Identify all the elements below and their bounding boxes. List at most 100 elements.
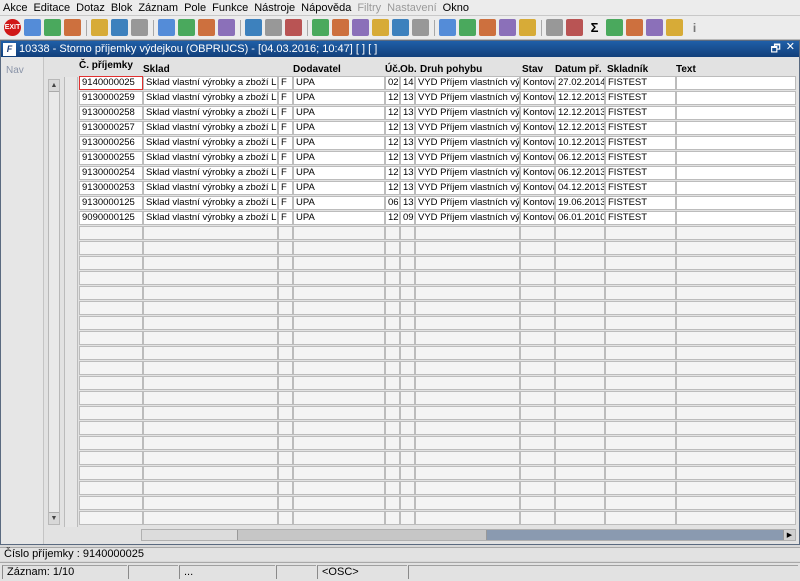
cell-col-1[interactable]	[79, 286, 143, 300]
menu-3[interactable]: Dotaz	[76, 2, 105, 14]
cell-col-4[interactable]: UPA	[293, 121, 385, 135]
cell-col-10[interactable]	[605, 301, 676, 315]
cell-col-3[interactable]	[278, 361, 293, 375]
column-header-5[interactable]: Úč.	[385, 64, 401, 75]
cell-col-11[interactable]	[676, 196, 796, 210]
query-execute-icon[interactable]	[111, 19, 128, 36]
cut-icon[interactable]	[312, 19, 329, 36]
cell-col-6[interactable]	[400, 316, 415, 330]
cell-col-2[interactable]: Sklad vlastní výrobky a zboží Liber	[143, 181, 278, 195]
cell-col-6[interactable]	[400, 346, 415, 360]
vertical-scrollbar[interactable]: ▲ ▼	[48, 79, 60, 525]
cell-col-5[interactable]: 12	[385, 136, 400, 150]
cell-col-6[interactable]: 09	[400, 211, 415, 225]
cell-col-5[interactable]	[385, 496, 400, 510]
cell-col-2[interactable]: Sklad vlastní výrobky a zboží Liber	[143, 76, 278, 90]
cell-col-7[interactable]: VYD Příjem vlastních výrob	[415, 121, 520, 135]
cell-col-11[interactable]	[676, 316, 796, 330]
cell-col-4[interactable]: UPA	[293, 76, 385, 90]
cell-col-8[interactable]: Kontová	[520, 196, 555, 210]
cell-col-1[interactable]	[79, 331, 143, 345]
cell-col-7[interactable]	[415, 511, 520, 525]
cell-col-10[interactable]	[605, 271, 676, 285]
excel-icon[interactable]	[606, 19, 623, 36]
cell-col-4[interactable]: UPA	[293, 106, 385, 120]
cell-col-10[interactable]: FISTEST	[605, 76, 676, 90]
cell-col-1[interactable]	[79, 481, 143, 495]
cell-col-2[interactable]	[143, 511, 278, 525]
cell-col-7[interactable]	[415, 286, 520, 300]
cell-col-1[interactable]	[79, 361, 143, 375]
cell-col-9[interactable]: 12.12.2013	[555, 121, 605, 135]
cell-col-6[interactable]	[400, 496, 415, 510]
cell-col-3[interactable]: F	[278, 121, 293, 135]
cell-col-3[interactable]: F	[278, 136, 293, 150]
cell-col-9[interactable]	[555, 346, 605, 360]
cell-col-3[interactable]	[278, 331, 293, 345]
cell-col-11[interactable]	[676, 211, 796, 225]
cell-col-2[interactable]	[143, 466, 278, 480]
cell-col-6[interactable]	[400, 286, 415, 300]
menu-2[interactable]: Editace	[33, 2, 70, 14]
query-cancel-icon[interactable]	[131, 19, 148, 36]
cell-col-3[interactable]	[278, 406, 293, 420]
cell-col-9[interactable]: 04.12.2013	[555, 181, 605, 195]
cell-col-8[interactable]	[520, 271, 555, 285]
cell-col-7[interactable]	[415, 226, 520, 240]
cell-col-3[interactable]	[278, 256, 293, 270]
cell-col-7[interactable]	[415, 406, 520, 420]
cell-col-8[interactable]: Kontová	[520, 211, 555, 225]
cell-col-11[interactable]	[676, 451, 796, 465]
cell-col-11[interactable]	[676, 106, 796, 120]
cell-col-4[interactable]	[293, 316, 385, 330]
cell-col-5[interactable]	[385, 361, 400, 375]
cell-col-1[interactable]	[79, 271, 143, 285]
cell-col-4[interactable]: UPA	[293, 196, 385, 210]
cell-col-8[interactable]	[520, 301, 555, 315]
cell-col-4[interactable]	[293, 346, 385, 360]
query-enter-icon[interactable]	[91, 19, 108, 36]
cell-col-7[interactable]: VYD Příjem vlastních výrob	[415, 91, 520, 105]
copy-icon[interactable]	[332, 19, 349, 36]
cell-col-3[interactable]	[278, 241, 293, 255]
insert-icon[interactable]	[44, 19, 61, 36]
cell-col-11[interactable]	[676, 376, 796, 390]
cell-col-5[interactable]	[385, 511, 400, 525]
cell-col-3[interactable]: F	[278, 91, 293, 105]
cell-col-7[interactable]	[415, 241, 520, 255]
cell-col-10[interactable]	[605, 331, 676, 345]
column-header-10[interactable]: Skladník	[607, 64, 648, 75]
cell-col-4[interactable]	[293, 481, 385, 495]
cell-col-6[interactable]: 13	[400, 181, 415, 195]
cell-col-10[interactable]	[605, 346, 676, 360]
cell-col-8[interactable]	[520, 421, 555, 435]
cell-col-8[interactable]	[520, 451, 555, 465]
cell-col-2[interactable]	[143, 241, 278, 255]
cell-col-4[interactable]	[293, 286, 385, 300]
cell-col-11[interactable]	[676, 181, 796, 195]
cell-col-11[interactable]	[676, 166, 796, 180]
cell-col-9[interactable]: 06.01.2010	[555, 211, 605, 225]
cell-col-9[interactable]: 06.12.2013	[555, 151, 605, 165]
cell-col-6[interactable]	[400, 331, 415, 345]
cell-col-1[interactable]: 9130000257	[79, 121, 143, 135]
nav-label[interactable]: Nav	[6, 65, 24, 76]
cell-col-9[interactable]	[555, 331, 605, 345]
cell-col-5[interactable]	[385, 346, 400, 360]
cell-col-5[interactable]: 12	[385, 181, 400, 195]
cell-col-10[interactable]	[605, 406, 676, 420]
cell-col-11[interactable]	[676, 361, 796, 375]
cell-col-7[interactable]	[415, 466, 520, 480]
scroll-up-icon[interactable]: ▲	[49, 80, 59, 92]
cell-col-3[interactable]	[278, 436, 293, 450]
save-icon[interactable]	[24, 19, 41, 36]
cell-col-9[interactable]: 19.06.2013	[555, 196, 605, 210]
cell-col-3[interactable]: F	[278, 196, 293, 210]
cell-col-3[interactable]: F	[278, 181, 293, 195]
cell-col-4[interactable]	[293, 226, 385, 240]
cell-col-6[interactable]	[400, 301, 415, 315]
cell-col-1[interactable]	[79, 241, 143, 255]
cell-col-8[interactable]: Kontová	[520, 106, 555, 120]
cell-col-2[interactable]: Sklad vlastní výrobky a zboží Liber	[143, 121, 278, 135]
cell-col-4[interactable]	[293, 331, 385, 345]
